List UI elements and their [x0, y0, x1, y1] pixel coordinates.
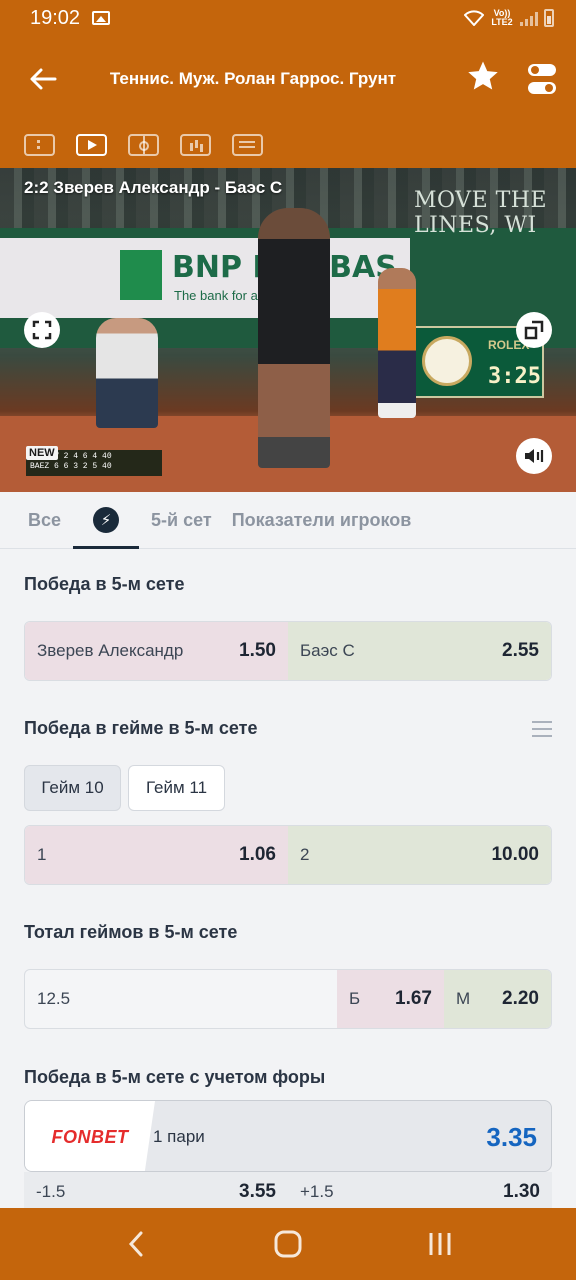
tab-player-stats[interactable]: Показатели игроков — [224, 492, 420, 549]
video-player-figure — [258, 208, 330, 468]
favorite-button[interactable] — [466, 59, 506, 99]
odd-value: 1.30 — [503, 1181, 540, 1202]
odd-button-handicap-minus[interactable]: -1.5 3.55 — [24, 1172, 288, 1208]
odd-value: 3.55 — [239, 1181, 276, 1202]
nav-recents-button[interactable] — [420, 1224, 460, 1264]
sponsor-logo-image — [120, 250, 162, 300]
popout-button[interactable] — [516, 312, 552, 348]
view-mode-bar — [0, 122, 576, 168]
recents-icon — [429, 1233, 451, 1255]
outcome-label: Зверев Александр — [37, 641, 184, 660]
promo-odd: 3.35 — [486, 1121, 537, 1152]
outcome-label: 1 — [37, 845, 47, 864]
outcome-label: Б — [349, 989, 361, 1008]
tab-all[interactable]: Все — [20, 492, 69, 549]
app-bar: Теннис. Муж. Ролан Гаррос. Грунт — [0, 36, 576, 122]
network-type-label: Vo)) LTE2 — [491, 8, 513, 27]
odd-value: 1.06 — [239, 844, 276, 865]
outcome-label: 2 — [300, 845, 310, 864]
text-feed-view-button[interactable] — [232, 134, 263, 156]
odd-button-under[interactable]: М 2.20 — [444, 970, 551, 1028]
arrow-left-icon — [30, 68, 57, 90]
battery-icon — [544, 9, 554, 27]
system-nav-bar — [0, 1208, 576, 1280]
tab-live-favorites[interactable]: ⚡ — [73, 492, 140, 549]
odd-value: 10.00 — [491, 844, 539, 865]
nav-back-button[interactable] — [116, 1224, 156, 1264]
fullscreen-button[interactable] — [24, 312, 60, 348]
list-view-icon[interactable] — [532, 721, 552, 737]
lightning-icon: ⚡ — [93, 507, 120, 533]
chip-game-11[interactable]: Гейм 11 — [128, 765, 225, 811]
video-ball-kid — [378, 268, 416, 418]
speaker-muted-icon — [525, 449, 544, 463]
fullscreen-icon — [32, 320, 52, 340]
promo-label: 1 пари — [153, 1127, 205, 1146]
market-title-game-winner: Победа в гейме в 5-м сете — [24, 718, 258, 738]
odd-value: 2.55 — [502, 640, 539, 661]
video-player[interactable]: BNP PARIBAS The bank for a world MOVE TH… — [0, 168, 576, 492]
toggle-icon-top — [528, 64, 556, 76]
video-view-button[interactable] — [76, 134, 107, 156]
scoreboard-view-button[interactable] — [24, 134, 55, 156]
status-indicators: Vo)) LTE2 — [464, 9, 554, 27]
match-title: 2:2 Зверев Александр - Баэс С — [24, 178, 283, 197]
fonbet-logo-text: FONBET — [51, 1126, 129, 1147]
market-row-handicap: -1.5 3.55 +1.5 1.30 — [24, 1172, 552, 1208]
status-bar: 19:02 Vo)) LTE2 — [0, 0, 576, 36]
wall-slogan: MOVE THE LINES, WI — [414, 188, 548, 238]
odd-button-player1[interactable]: Зверев Александр 1.50 — [25, 622, 288, 680]
stats-view-button[interactable] — [180, 134, 211, 156]
promo-bet-button[interactable]: FONBET 1 пари 3.35 — [24, 1100, 552, 1172]
clock-time: 3:25 — [488, 364, 541, 389]
star-icon — [468, 61, 498, 90]
outcome-label: +1.5 — [300, 1182, 334, 1201]
odd-value: 1.67 — [395, 988, 432, 1009]
video-line-judge — [96, 318, 158, 428]
scorebug-row-2: BAEZ 6 6 3 2 5 40 — [30, 462, 112, 471]
fonbet-logo: FONBET — [25, 1101, 155, 1171]
odd-button-game-p2[interactable]: 2 10.00 — [288, 826, 551, 884]
signal-icon — [520, 10, 538, 26]
total-line: 12.5 — [37, 989, 71, 1008]
settings-toggle-button[interactable] — [528, 64, 556, 94]
odd-button-player2[interactable]: Баэс С 2.55 — [288, 622, 551, 680]
market-row-set-winner: Зверев Александр 1.50 Баэс С 2.55 — [24, 621, 552, 681]
mute-button[interactable] — [516, 438, 552, 474]
odd-button-handicap-plus[interactable]: +1.5 1.30 — [288, 1172, 552, 1208]
page-title: Теннис. Муж. Ролан Гаррос. Грунт — [109, 69, 397, 88]
field-view-button[interactable] — [128, 134, 159, 156]
markets-list: Победа в 5-м сете Зверев Александр 1.50 … — [0, 549, 576, 1208]
gallery-notification-icon — [92, 11, 111, 25]
market-title-total-games: Тотал геймов в 5-м сете — [24, 922, 238, 942]
home-icon — [274, 1230, 302, 1258]
toggle-icon-bottom — [528, 82, 556, 94]
market-title-set-winner: Победа в 5-м сете — [24, 574, 185, 594]
outcome-label: -1.5 — [36, 1182, 66, 1201]
clock-face-icon — [422, 336, 472, 386]
chevron-left-icon — [128, 1231, 143, 1257]
odd-value: 2.20 — [502, 988, 539, 1009]
market-row-total-games: 12.5 Б 1.67 М 2.20 — [24, 969, 552, 1029]
market-title-handicap: Победа в 5-м сете с учетом форы — [24, 1067, 326, 1087]
odd-button-over[interactable]: Б 1.67 — [337, 970, 444, 1028]
chip-game-10[interactable]: Гейм 10 — [24, 765, 121, 811]
status-time: 19:02 — [30, 6, 81, 29]
back-button[interactable] — [26, 62, 60, 96]
popout-icon — [524, 320, 544, 340]
nav-home-button[interactable] — [268, 1224, 308, 1264]
tab-set-5[interactable]: 5-й сет — [143, 492, 220, 549]
outcome-label: Баэс С — [300, 641, 355, 660]
new-badge: NEW — [26, 446, 58, 460]
outcome-label: М — [456, 989, 471, 1008]
wifi-icon — [464, 10, 484, 26]
market-tabs: Все ⚡ 5-й сет Показатели игроков — [0, 492, 576, 549]
odd-button-game-p1[interactable]: 1 1.06 — [25, 826, 288, 884]
odd-value: 1.50 — [239, 640, 276, 661]
market-row-game-winner: 1 1.06 2 10.00 — [24, 825, 552, 885]
